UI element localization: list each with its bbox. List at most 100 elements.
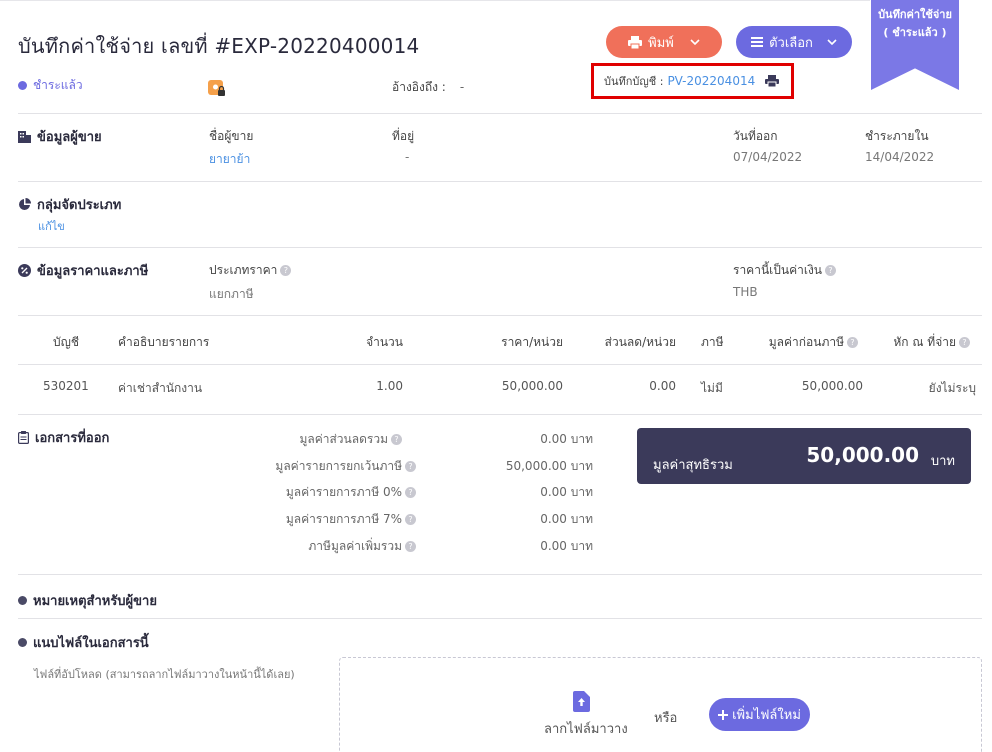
- top-divider: [0, 0, 870, 1]
- plus-icon: [718, 709, 729, 720]
- address-value: -: [405, 150, 410, 164]
- clipboard-icon: [18, 431, 29, 444]
- help-icon[interactable]: ?: [405, 514, 416, 525]
- pie-chart-icon: [19, 198, 31, 210]
- drag-drop-label: ลากไฟล์มาวาง: [544, 722, 628, 737]
- divider: [18, 181, 982, 182]
- due-label: ชำระภายใน: [865, 129, 929, 143]
- summary-value: 0.00 บาท: [540, 539, 593, 553]
- help-icon[interactable]: ?: [405, 487, 416, 498]
- vendor-section-title: ข้อมูลผู้ขาย: [18, 126, 102, 147]
- page-title: บันทึกค่าใช้จ่าย เลขที่ #EXP-20220400014: [18, 34, 420, 58]
- attachments-section-title: แนบไฟล์ในเอกสารนี้: [18, 632, 149, 653]
- summary-label-text: มูลค่ารายการยกเว้นภาษี: [275, 459, 402, 473]
- summary-label: ภาษีมูลค่าเพิ่มรวม?: [272, 537, 416, 556]
- ribbon-title: บันทึกค่าใช้จ่าย: [878, 8, 952, 21]
- col-withholding: หัก ณ ที่จ่าย?: [860, 333, 970, 352]
- net-total-label: มูลค่าสุทธิรวม: [653, 458, 733, 473]
- print-button[interactable]: พิมพ์: [606, 26, 722, 58]
- reference: อ้างอิงถึง :-: [392, 78, 464, 97]
- notes-title-text: หมายเหตุสำหรับผู้ขาย: [33, 594, 157, 609]
- summary-label-text: ภาษีมูลค่าเพิ่มรวม: [308, 539, 402, 553]
- divider: [18, 364, 982, 365]
- category-edit-link[interactable]: แก้ไข: [38, 217, 65, 235]
- upload-file-icon: [573, 691, 590, 712]
- summary-label-text: มูลค่ารายการภาษี 7%: [285, 512, 402, 526]
- options-button[interactable]: ตัวเลือก: [736, 26, 852, 58]
- row-description: ค่าเช่าสำนักงาน: [118, 381, 203, 395]
- upload-hint: ไฟล์ที่อัปโหลด (สามารถลากไฟล์มาวางในหน้า…: [34, 668, 295, 681]
- row-unit-price: 50,000.00: [501, 379, 563, 393]
- help-icon[interactable]: ?: [825, 265, 837, 276]
- status-label: ชำระแล้ว: [33, 78, 83, 92]
- price-type-label: ประเภทราคา?: [209, 261, 292, 280]
- summary-label: มูลค่าส่วนลดรวม?: [272, 430, 402, 449]
- status-ribbon: บันทึกค่าใช้จ่าย ( ชำระแล้ว ): [871, 0, 959, 90]
- currency-value: THB: [733, 285, 758, 299]
- row-withholding: ยังไม่ระบุ: [928, 381, 976, 395]
- help-icon[interactable]: ?: [405, 461, 416, 472]
- chevron-down-icon: [827, 39, 837, 45]
- file-drop-zone[interactable]: [339, 657, 982, 752]
- price-type-label-text: ประเภทราคา: [209, 263, 278, 277]
- options-button-label: ตัวเลือก: [769, 35, 813, 51]
- pricing-section-title: ข้อมูลราคาและภาษี: [18, 260, 148, 281]
- help-icon[interactable]: ?: [959, 337, 970, 348]
- issue-date-label: วันที่ออก: [733, 129, 778, 143]
- or-label: หรือ: [654, 711, 678, 726]
- summary-value: 0.00 บาท: [540, 485, 593, 499]
- col-tax: ภาษี: [701, 335, 724, 349]
- summary-label-text: มูลค่าส่วนลดรวม: [299, 432, 388, 446]
- col-account: บัญชี: [53, 335, 79, 349]
- col-withholding-text: หัก ณ ที่จ่าย: [893, 335, 956, 349]
- price-type-value: แยกภาษี: [209, 287, 254, 301]
- divider: [18, 574, 982, 575]
- summary-value: 50,000.00 บาท: [505, 459, 593, 473]
- issue-date-value: 07/04/2022: [733, 150, 803, 164]
- menu-icon: [751, 37, 764, 47]
- summary-label: มูลค่ารายการยกเว้นภาษี?: [272, 457, 416, 476]
- vendor-title-text: ข้อมูลผู้ขาย: [37, 130, 102, 145]
- net-total-unit: บาท: [930, 454, 955, 469]
- reference-label: อ้างอิงถึง :: [392, 80, 446, 94]
- status-dot-icon: [18, 81, 27, 90]
- help-icon[interactable]: ?: [280, 265, 292, 276]
- due-value: 14/04/2022: [865, 150, 935, 164]
- notes-section-title: หมายเหตุสำหรับผู้ขาย: [18, 590, 157, 611]
- help-icon[interactable]: ?: [405, 541, 416, 552]
- summary-label: มูลค่ารายการภาษี 7%?: [272, 510, 416, 529]
- add-file-button[interactable]: เพิ่มไฟล์ใหม่: [709, 698, 810, 731]
- printer-icon[interactable]: [765, 75, 780, 87]
- col-pre-tax: มูลค่าก่อนภาษี?: [740, 333, 858, 352]
- divider: [18, 247, 982, 248]
- bullet-icon: [18, 596, 27, 605]
- summary-value: 0.00 บาท: [540, 512, 593, 526]
- help-icon[interactable]: ?: [391, 434, 402, 445]
- col-pre-tax-text: มูลค่าก่อนภาษี: [768, 335, 844, 349]
- net-total-value: 50,000.00: [806, 443, 919, 467]
- summary-label-text: มูลค่ารายการภาษี 0%: [285, 485, 402, 499]
- bullet-icon: [18, 638, 27, 647]
- help-icon[interactable]: ?: [847, 337, 858, 348]
- account-record-label: บันทึกบัญชี :: [604, 75, 664, 88]
- col-discount: ส่วนลด/หน่วย: [604, 335, 676, 349]
- attachments-title-text: แนบไฟล์ในเอกสารนี้: [33, 636, 149, 651]
- divider: [18, 414, 982, 415]
- row-tax: ไม่มี: [701, 381, 723, 395]
- vendor-name-link[interactable]: ยายาย้า: [209, 150, 250, 169]
- chevron-down-icon: [690, 39, 700, 45]
- currency-label-text: ราคานี้เป็นค่าเงิน: [733, 263, 823, 277]
- reference-value: -: [459, 80, 465, 94]
- percent-icon: [18, 264, 31, 277]
- row-quantity: 1.00: [376, 379, 403, 393]
- summary-value: 0.00 บาท: [540, 432, 593, 446]
- ribbon-status: ( ชำระแล้ว ): [883, 26, 947, 39]
- row-account: 530201: [43, 379, 89, 393]
- pricing-title-text: ข้อมูลราคาและภาษี: [37, 264, 149, 279]
- account-record-link[interactable]: PV-202204014: [667, 74, 755, 88]
- summary-label: มูลค่ารายการภาษี 0%?: [272, 483, 416, 502]
- row-pre-tax: 50,000.00: [801, 379, 863, 393]
- address-label: ที่อยู่: [392, 129, 415, 143]
- print-button-label: พิมพ์: [648, 35, 674, 51]
- divider: [18, 113, 982, 114]
